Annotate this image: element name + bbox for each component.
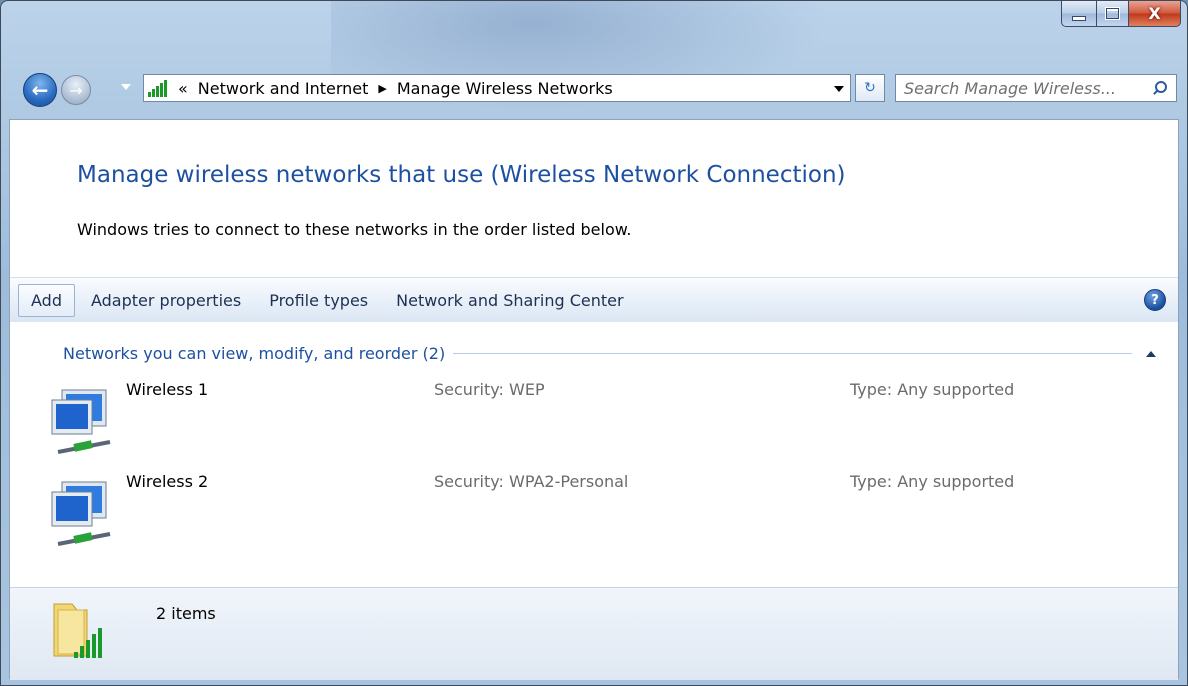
maximize-icon — [1106, 8, 1119, 19]
command-bar: Add Adapter properties Profile types Net… — [10, 277, 1178, 323]
network-security: Security: WEP — [434, 380, 545, 399]
group-label: Networks you can view, modify, and reord… — [63, 344, 446, 363]
breadcrumb-overflow[interactable]: « — [178, 79, 188, 98]
wireless-network-icon — [51, 389, 111, 454]
content-pane: Manage wireless networks that use (Wirel… — [9, 119, 1179, 680]
breadcrumb-separator[interactable]: ▶ — [378, 82, 386, 95]
search-input[interactable]: Search Manage Wireless... — [904, 79, 1152, 98]
page-subtitle: Windows tries to connect to these networ… — [77, 220, 632, 239]
network-list: Networks you can view, modify, and reord… — [10, 322, 1178, 586]
wireless-network-icon — [51, 481, 111, 546]
network-sharing-center-button[interactable]: Network and Sharing Center — [384, 285, 635, 316]
navigation-bar: ← → « Network and Internet ▶ Manage Wire… — [23, 71, 1177, 107]
network-name: Wireless 2 — [126, 472, 209, 491]
search-icon[interactable] — [1152, 81, 1167, 95]
search-box[interactable]: Search Manage Wireless... — [895, 74, 1177, 102]
add-button[interactable]: Add — [18, 283, 75, 317]
list-item[interactable]: Wireless 1 Security: WEP Type: Any suppo… — [48, 378, 1148, 464]
list-item[interactable]: Wireless 2 Security: WPA2-Personal Type:… — [48, 470, 1148, 556]
folder-signal-icon — [53, 603, 102, 658]
back-arrow-icon: ← — [31, 78, 49, 102]
caption-buttons: X — [1061, 1, 1181, 29]
back-button[interactable]: ← — [23, 73, 57, 107]
close-icon: X — [1148, 4, 1161, 23]
item-count: 2 items — [156, 604, 216, 623]
refresh-icon: ↻ — [864, 80, 876, 96]
refresh-button[interactable]: ↻ — [855, 74, 885, 102]
group-divider — [453, 353, 1132, 354]
minimize-icon — [1072, 16, 1086, 21]
breadcrumb-manage-wireless-networks[interactable]: Manage Wireless Networks — [397, 79, 613, 98]
maximize-button[interactable] — [1097, 1, 1129, 27]
network-name: Wireless 1 — [126, 380, 209, 399]
network-security: Security: WPA2-Personal — [434, 472, 629, 491]
close-button[interactable]: X — [1129, 1, 1181, 27]
help-button[interactable]: ? — [1144, 289, 1166, 311]
group-header[interactable]: Networks you can view, modify, and reord… — [63, 344, 1156, 363]
address-dropdown-icon[interactable] — [834, 86, 844, 92]
details-pane: 2 items — [10, 587, 1178, 680]
window: X ← → « Network and Internet ▶ Manage Wi… — [0, 0, 1188, 686]
forward-arrow-icon: → — [69, 80, 83, 100]
address-bar[interactable]: « Network and Internet ▶ Manage Wireless… — [143, 74, 851, 102]
recent-pages-dropdown[interactable] — [121, 84, 131, 90]
profile-types-button[interactable]: Profile types — [257, 285, 380, 316]
breadcrumb-network-and-internet[interactable]: Network and Internet — [198, 79, 369, 98]
forward-button[interactable]: → — [61, 75, 91, 105]
page-title: Manage wireless networks that use (Wirel… — [77, 162, 846, 188]
network-type: Type: Any supported — [850, 472, 1015, 491]
help-icon: ? — [1151, 292, 1159, 308]
network-type: Type: Any supported — [850, 380, 1015, 399]
collapse-icon[interactable] — [1146, 350, 1156, 357]
adapter-properties-button[interactable]: Adapter properties — [79, 285, 253, 316]
network-signal-icon — [148, 79, 170, 97]
minimize-button[interactable] — [1061, 1, 1097, 27]
